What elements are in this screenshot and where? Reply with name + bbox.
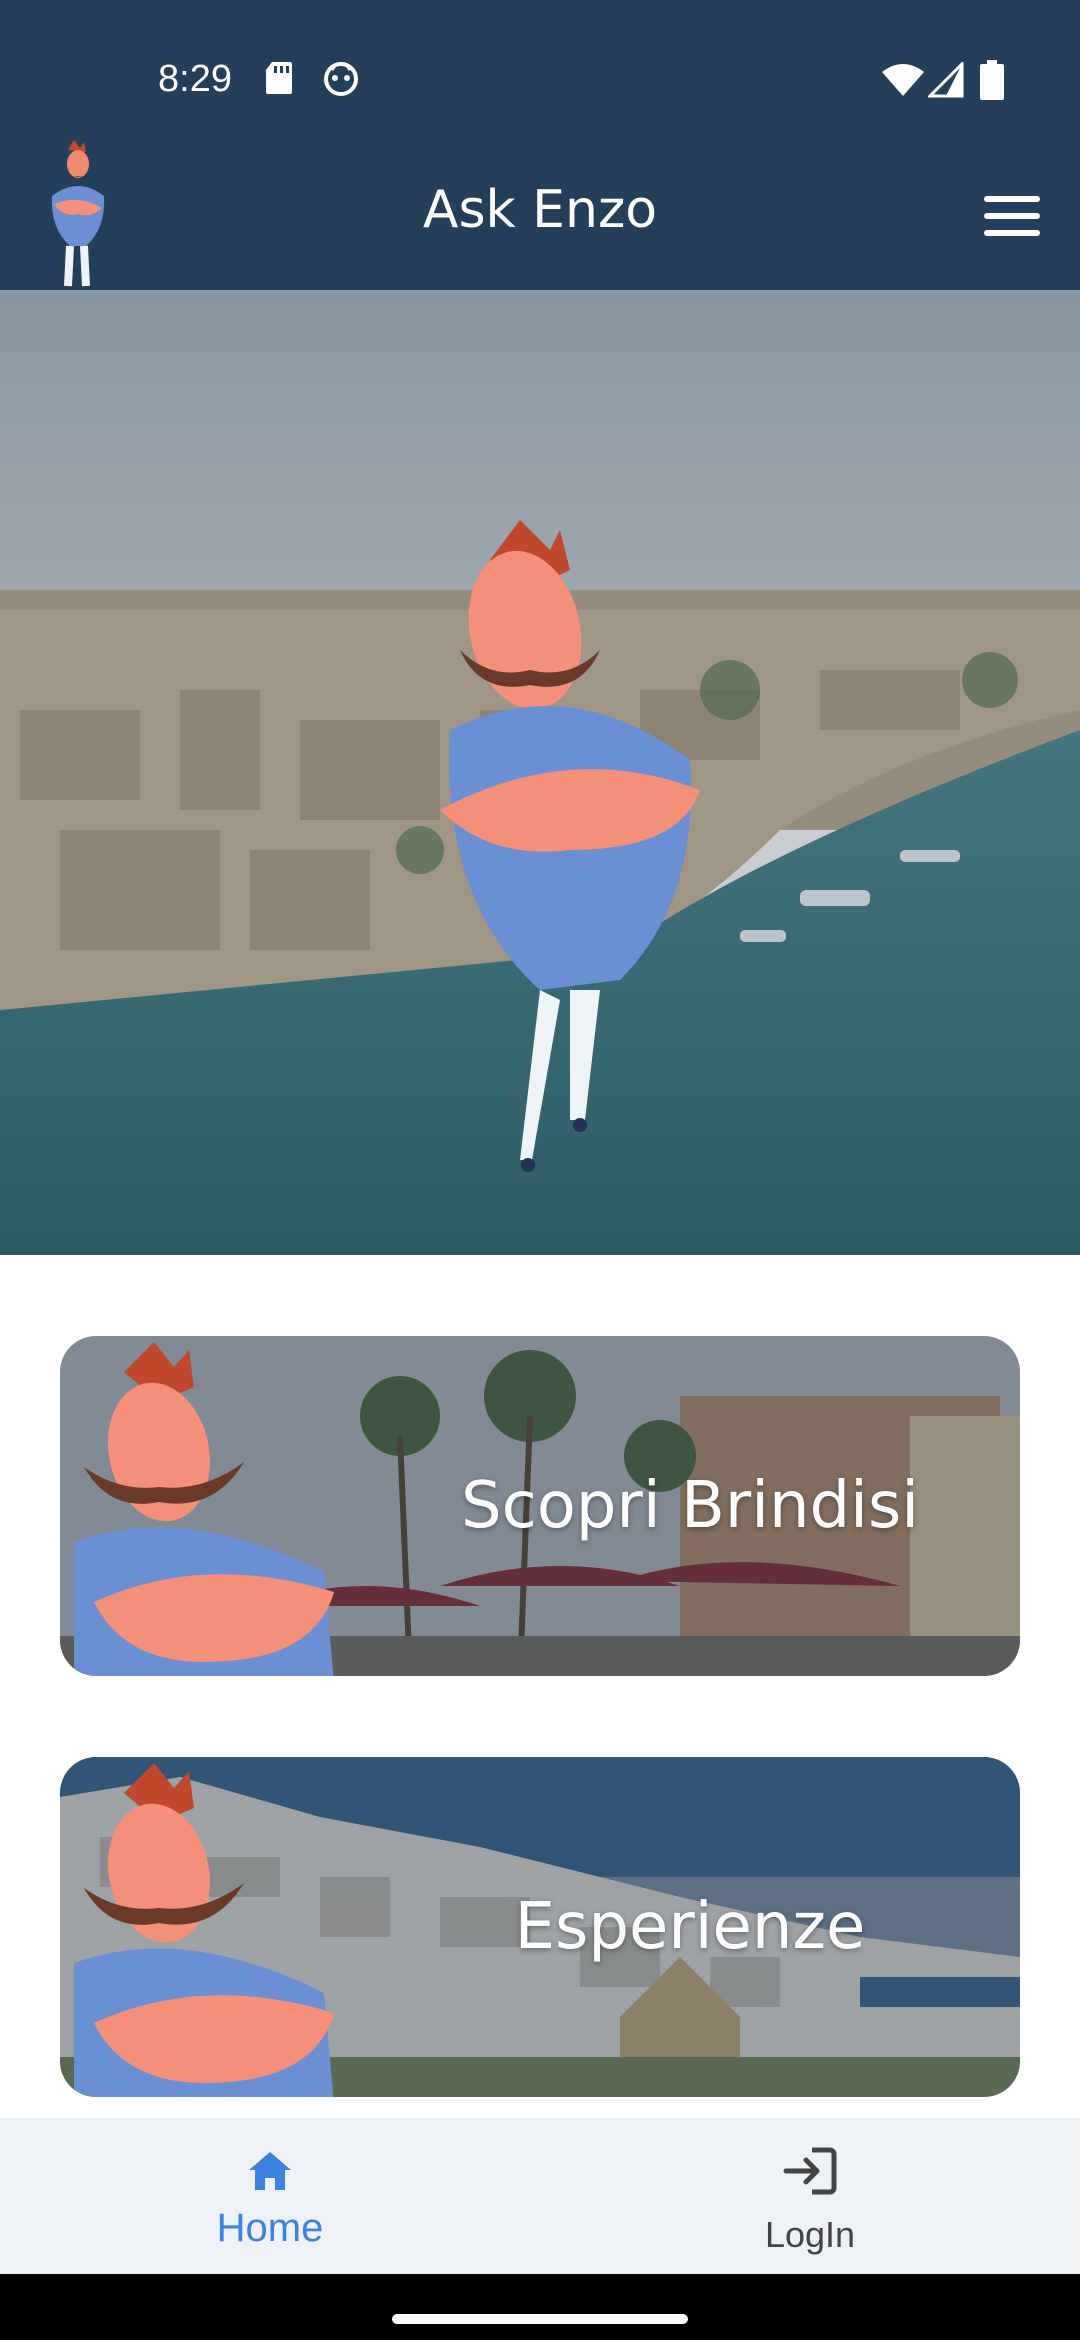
bottom-navigation: Home LogIn <box>0 2118 1080 2274</box>
app-bar: Ask Enzo <box>0 150 1080 290</box>
app-title: Ask Enzo <box>422 180 658 240</box>
battery-icon <box>980 60 1004 100</box>
status-time: 8:29 <box>158 58 232 100</box>
nav-login[interactable]: LogIn <box>540 2118 1080 2274</box>
enzo-mascot-illustration <box>440 520 700 1172</box>
sd-card-icon <box>266 62 292 94</box>
system-gesture-bar <box>0 2274 1080 2340</box>
card-title: Esperienze <box>514 1890 866 1964</box>
android-face-icon <box>324 62 358 96</box>
enzo-mascot-illustration <box>74 1342 334 1676</box>
card-esperienze[interactable]: Esperienze <box>60 1757 1020 2097</box>
nav-login-label: LogIn <box>764 2214 856 2255</box>
hamburger-menu-icon[interactable] <box>984 196 1040 240</box>
hero-banner <box>0 290 1080 1255</box>
nav-home-label: Home <box>216 2206 324 2250</box>
app-root: 8:29 Ask Enzo Scopri Brindisi Esperienze… <box>0 0 1080 2340</box>
wifi-icon <box>882 64 924 96</box>
status-bar: 8:29 <box>0 0 1080 150</box>
login-icon <box>783 2147 837 2195</box>
card-scopri-brindisi[interactable]: Scopri Brindisi <box>60 1336 1020 1676</box>
signal-icon <box>928 62 964 98</box>
card-title: Scopri Brindisi <box>460 1469 920 1543</box>
nav-home[interactable]: Home <box>0 2118 540 2274</box>
enzo-mascot-illustration <box>74 1763 334 2097</box>
home-gesture-handle[interactable] <box>392 2314 688 2324</box>
home-icon <box>249 2152 291 2190</box>
enzo-logo[interactable] <box>40 138 116 288</box>
